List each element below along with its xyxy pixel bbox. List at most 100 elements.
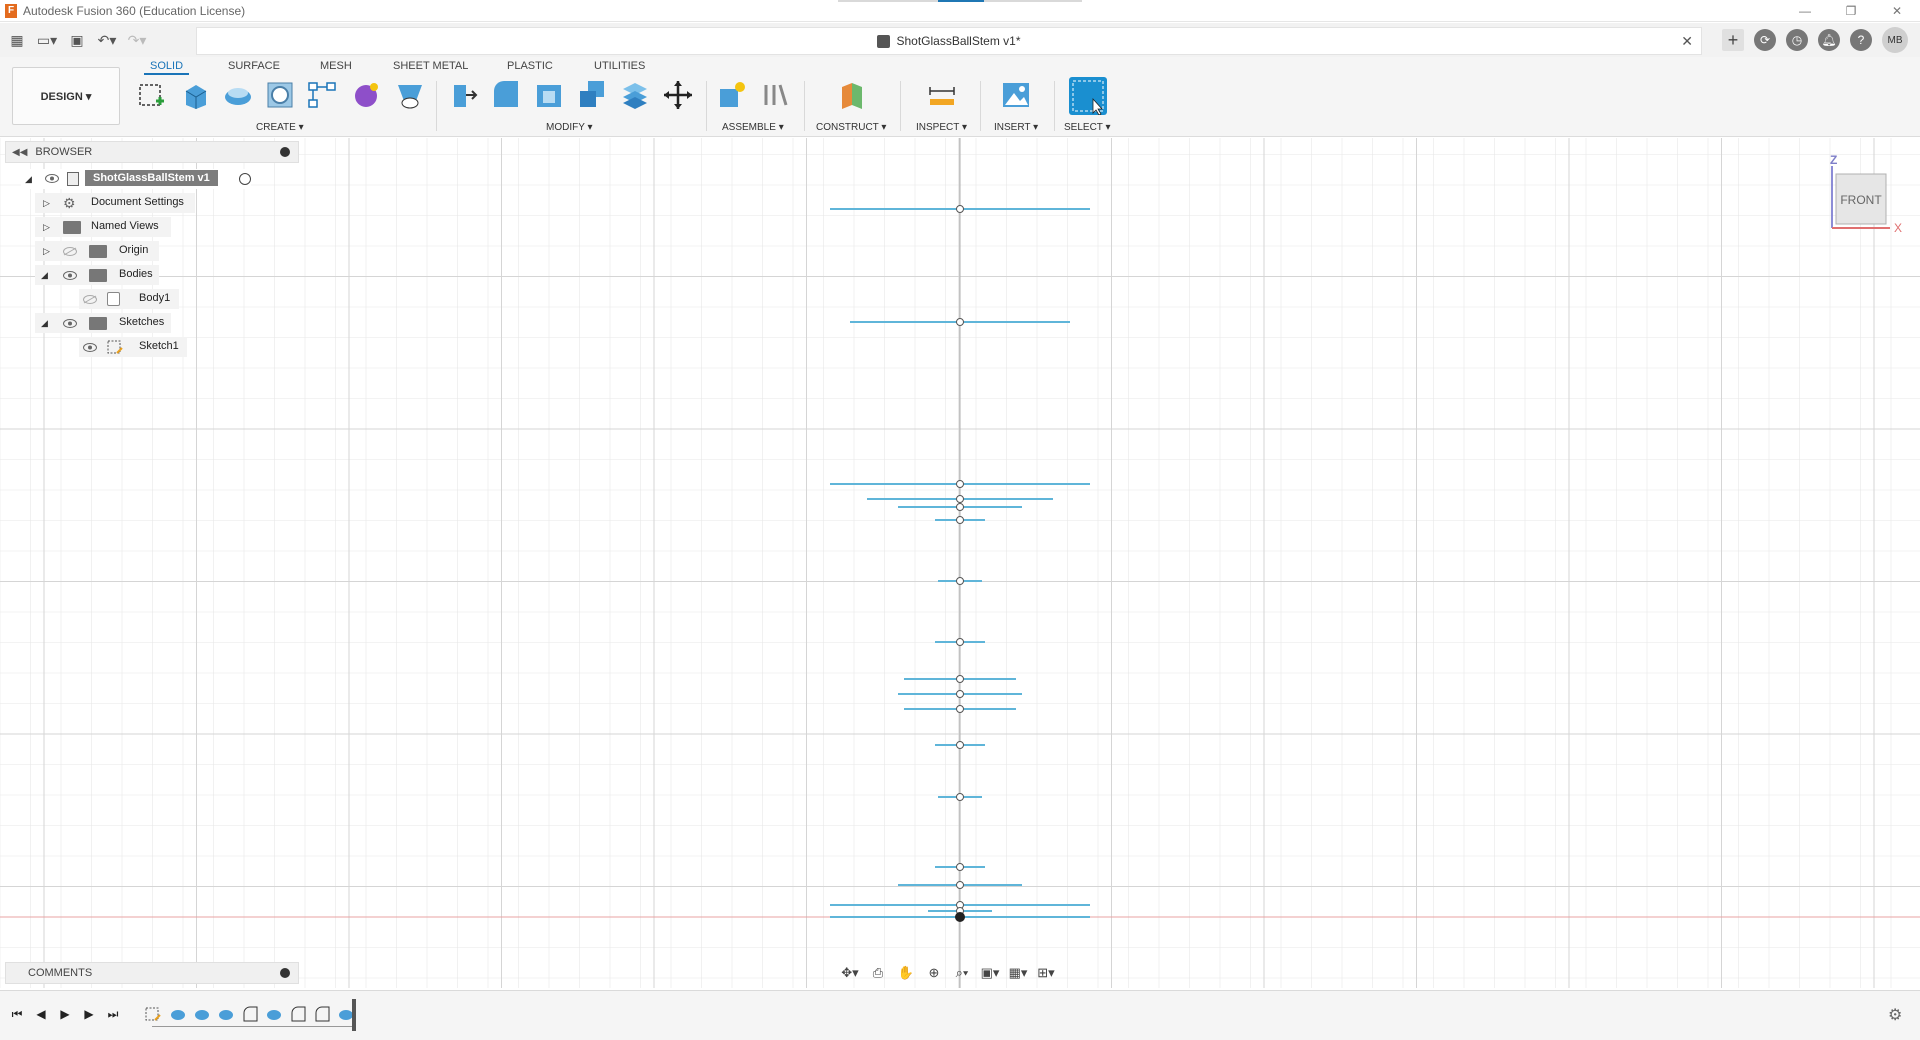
visibility-eye-icon[interactable] — [45, 174, 59, 183]
viewport-canvas[interactable] — [0, 138, 1920, 988]
sketch-point[interactable] — [956, 205, 964, 213]
sketch-point[interactable] — [956, 495, 964, 503]
step-forward-icon[interactable]: ▶ — [80, 1005, 98, 1023]
extensions-icon[interactable]: ⟳ — [1754, 29, 1776, 51]
pan-hand-icon[interactable]: ✋ — [896, 964, 916, 982]
visibility-eye-icon[interactable] — [63, 271, 77, 280]
fillet-icon[interactable] — [490, 79, 522, 111]
tab-plastic[interactable]: PLASTIC — [507, 60, 553, 72]
timeline-settings-gear-icon[interactable]: ⚙ — [1888, 1005, 1906, 1024]
origin-point[interactable] — [955, 912, 965, 922]
expand-right-icon[interactable]: ▷ — [43, 246, 50, 257]
tab-solid[interactable]: SOLID — [143, 60, 190, 75]
insert-menu[interactable]: INSERT ▾ — [994, 122, 1038, 133]
tree-item-bodies[interactable]: ◢ Bodies — [35, 265, 159, 285]
hidden-eye-icon[interactable] — [83, 295, 97, 304]
tree-item-named-views[interactable]: ▷ Named Views — [35, 217, 171, 237]
help-icon[interactable]: ? — [1850, 29, 1872, 51]
joint-icon[interactable] — [760, 79, 792, 111]
inspect-menu[interactable]: INSPECT ▾ — [916, 122, 967, 133]
undo-icon[interactable]: ↶▾ — [96, 29, 118, 51]
tab-surface[interactable]: SURFACE — [228, 60, 280, 72]
revolve-icon[interactable] — [222, 79, 254, 111]
zoom-icon[interactable]: ⊕ — [924, 964, 944, 982]
combine-icon[interactable] — [576, 79, 608, 111]
sketch-point[interactable] — [956, 793, 964, 801]
tree-item-body1[interactable]: Body1 — [79, 289, 179, 309]
sketch-point[interactable] — [956, 690, 964, 698]
tree-root[interactable]: ◢ ShotGlassBallStem v1 — [21, 169, 251, 189]
sketch-point[interactable] — [956, 577, 964, 585]
display-settings-icon[interactable]: ▣▾ — [980, 964, 1000, 982]
expand-down-icon[interactable]: ◢ — [41, 270, 48, 281]
modify-menu[interactable]: MODIFY ▾ — [546, 122, 593, 133]
timeline-marker[interactable] — [352, 999, 356, 1031]
browser-header[interactable]: ◀◀ BROWSER — [5, 141, 299, 163]
play-icon[interactable]: ▶ — [56, 1005, 74, 1023]
sketch-point[interactable] — [956, 705, 964, 713]
press-pull-icon[interactable] — [448, 79, 480, 111]
form-icon[interactable] — [350, 79, 382, 111]
user-avatar[interactable]: MB — [1882, 27, 1908, 53]
select-menu[interactable]: SELECT ▾ — [1064, 122, 1111, 133]
create-sketch-icon[interactable] — [136, 79, 168, 111]
create-menu[interactable]: CREATE ▾ — [256, 122, 304, 133]
redo-icon[interactable]: ↷▾ — [126, 29, 148, 51]
timeline-sketch-icon[interactable] — [145, 1006, 161, 1022]
sketch-point[interactable] — [956, 480, 964, 488]
tab-utilities[interactable]: UTILITIES — [594, 60, 645, 72]
grid-settings-icon[interactable]: ▦▾ — [1008, 964, 1028, 982]
offset-face-icon[interactable] — [619, 79, 651, 111]
timeline-fillet-icon[interactable] — [290, 1006, 306, 1022]
save-icon[interactable]: ▣ — [66, 29, 88, 51]
orbit-icon[interactable]: ✥▾ — [840, 964, 860, 982]
tree-item-sketch1[interactable]: Sketch1 — [79, 337, 187, 357]
step-back-icon[interactable]: ◀ — [32, 1005, 50, 1023]
tab-mesh[interactable]: MESH — [320, 60, 352, 72]
pattern-icon[interactable] — [306, 79, 338, 111]
sketch-point[interactable] — [956, 881, 964, 889]
data-panel-grid-icon[interactable]: ▦ — [6, 29, 28, 51]
timeline-revolve-icon[interactable] — [194, 1006, 210, 1022]
expand-right-icon[interactable]: ▷ — [43, 198, 50, 209]
shell-icon[interactable] — [533, 79, 565, 111]
timeline-revolve-icon[interactable] — [218, 1006, 234, 1022]
tree-item-origin[interactable]: ▷ Origin — [35, 241, 159, 261]
visibility-eye-icon[interactable] — [83, 343, 97, 352]
sketch-point[interactable] — [956, 318, 964, 326]
move-icon[interactable] — [662, 79, 694, 111]
go-to-end-icon[interactable]: ⏭ — [104, 1005, 122, 1023]
timeline-revolve-icon[interactable] — [170, 1006, 186, 1022]
sketch-point[interactable] — [956, 675, 964, 683]
job-status-icon[interactable]: ◷ — [1786, 29, 1808, 51]
sketch-point[interactable] — [956, 638, 964, 646]
activate-radio-icon[interactable] — [239, 173, 251, 185]
restore-button[interactable]: ❐ — [1828, 0, 1874, 22]
close-tab-icon[interactable]: ✕ — [1681, 33, 1693, 50]
new-tab-button[interactable]: + — [1722, 29, 1744, 51]
view-cube[interactable]: Z X FRONT — [1820, 150, 1920, 240]
hidden-eye-icon[interactable] — [63, 247, 77, 256]
go-to-start-icon[interactable]: ⏮ — [8, 1005, 26, 1023]
browser-menu-icon[interactable] — [280, 147, 290, 157]
sketch-point[interactable] — [956, 741, 964, 749]
add-comment-icon[interactable] — [280, 968, 290, 978]
timeline-fillet-icon[interactable] — [314, 1006, 330, 1022]
comments-panel[interactable]: COMMENTS — [5, 962, 299, 984]
select-icon[interactable] — [1069, 77, 1107, 115]
tab-sheet-metal[interactable]: SHEET METAL — [393, 60, 468, 72]
sketch-point[interactable] — [956, 503, 964, 511]
assemble-menu[interactable]: ASSEMBLE ▾ — [722, 122, 784, 133]
expand-right-icon[interactable]: ▷ — [43, 222, 50, 233]
look-at-icon[interactable]: ⎙ — [868, 964, 888, 982]
measure-icon[interactable] — [926, 79, 958, 111]
insert-canvas-icon[interactable] — [1000, 79, 1032, 111]
document-tab[interactable]: ShotGlassBallStem v1* ✕ — [196, 27, 1702, 55]
viewports-icon[interactable]: ⊞▾ — [1036, 964, 1056, 982]
visibility-eye-icon[interactable] — [63, 319, 77, 328]
minimize-button[interactable]: — — [1782, 0, 1828, 22]
collapse-icon[interactable]: ◀◀ — [12, 147, 27, 158]
timeline-fillet-icon[interactable] — [242, 1006, 258, 1022]
tree-item-document-settings[interactable]: ▷ ⚙ Document Settings — [35, 193, 195, 213]
construct-menu[interactable]: CONSTRUCT ▾ — [816, 122, 886, 133]
